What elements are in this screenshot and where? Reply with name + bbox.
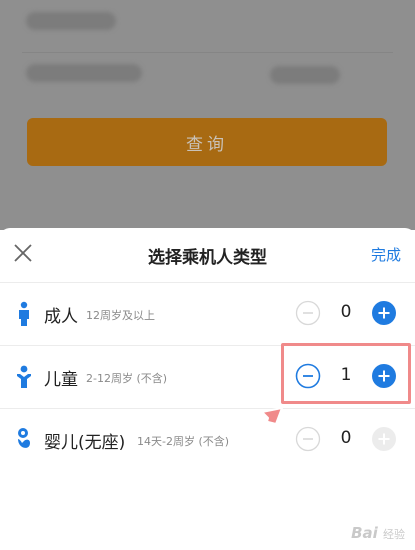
plus-icon bbox=[372, 427, 396, 451]
annotation-highlight-box bbox=[281, 343, 411, 404]
passenger-count: 0 bbox=[340, 428, 352, 448]
quantity-stepper: 0 bbox=[295, 426, 397, 452]
decrease-button[interactable] bbox=[295, 300, 321, 326]
query-button: 查询 bbox=[27, 118, 387, 166]
passenger-count: 0 bbox=[340, 302, 352, 322]
infant-icon bbox=[14, 427, 34, 453]
passenger-age: 14天-2周岁 (不含) bbox=[137, 435, 230, 448]
passenger-age: 2-12周岁 (不含) bbox=[86, 372, 168, 385]
plus-icon bbox=[372, 301, 396, 325]
increase-button[interactable] bbox=[371, 426, 397, 452]
background-field-1 bbox=[0, 0, 415, 52]
passenger-row-infant: 婴儿(无座) 14天-2周岁 (不含) 0 bbox=[0, 408, 415, 471]
done-button[interactable]: 完成 bbox=[371, 244, 401, 265]
watermark-brand: Bai bbox=[351, 524, 378, 542]
sheet-header: 选择乘机人类型 完成 bbox=[0, 228, 415, 282]
passenger-name: 儿童 bbox=[44, 370, 78, 390]
watermark: Bai 经验 bbox=[351, 524, 405, 542]
background-field-2 bbox=[0, 52, 415, 104]
quantity-stepper: 0 bbox=[295, 300, 397, 326]
passenger-age: 12周岁及以上 bbox=[86, 309, 155, 322]
passenger-name: 成人 bbox=[44, 307, 78, 327]
minus-icon bbox=[295, 300, 321, 326]
child-icon bbox=[14, 364, 34, 390]
adult-icon bbox=[14, 301, 34, 327]
decrease-button[interactable] bbox=[295, 426, 321, 452]
passenger-name: 婴儿(无座) bbox=[44, 433, 126, 453]
passenger-row-adult: 成人 12周岁及以上 0 bbox=[0, 282, 415, 345]
background-overlay: 查询 bbox=[0, 0, 415, 230]
sheet-title: 选择乘机人类型 bbox=[148, 248, 267, 268]
minus-icon bbox=[295, 426, 321, 452]
increase-button[interactable] bbox=[371, 300, 397, 326]
watermark-suffix: 经验 bbox=[383, 528, 405, 541]
